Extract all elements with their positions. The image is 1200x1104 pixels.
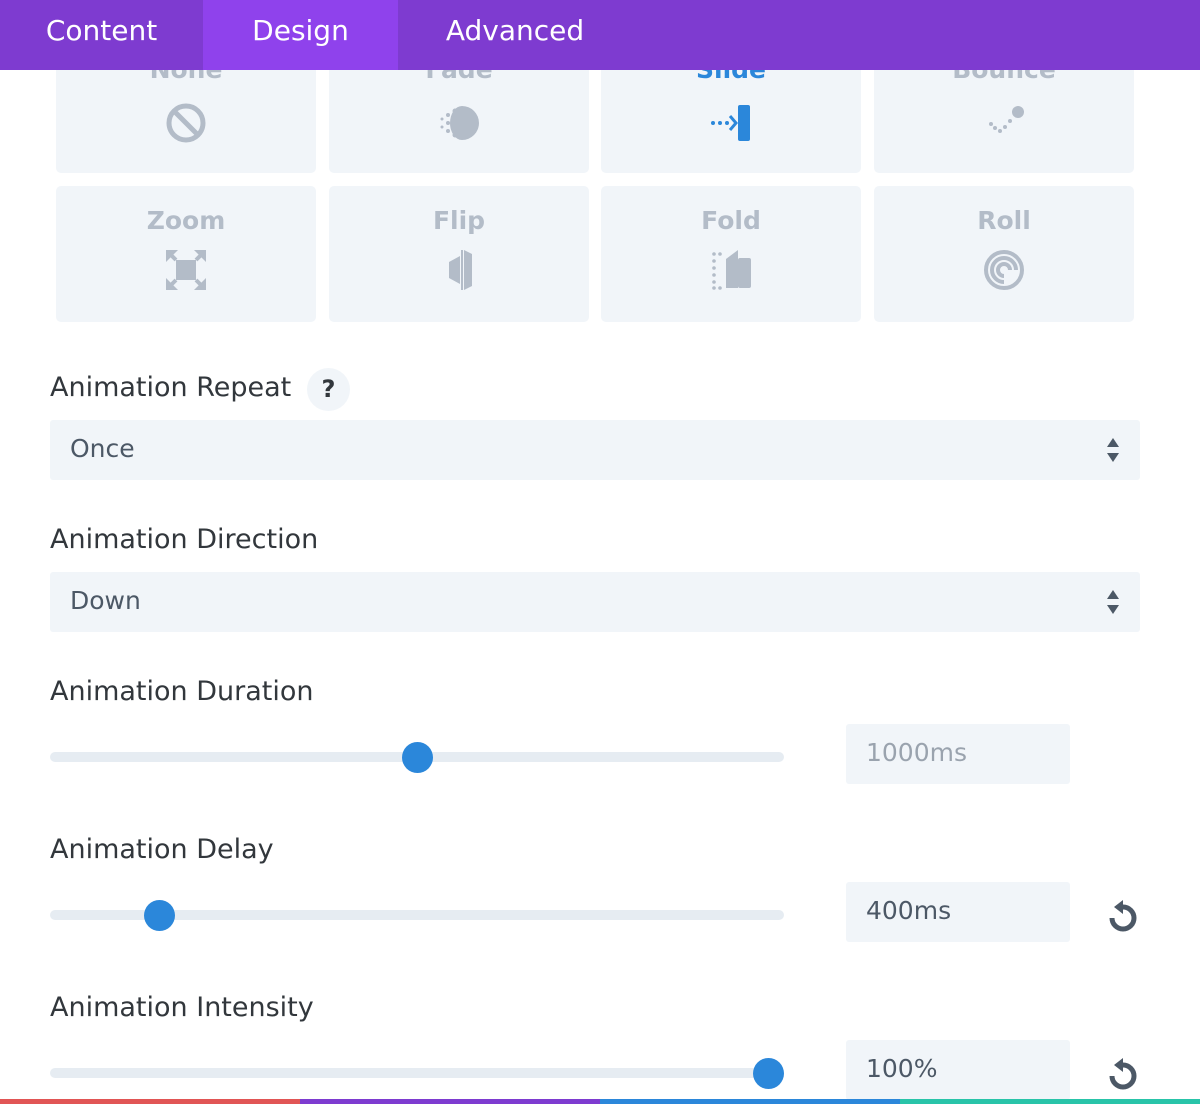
animation-style-zoom[interactable]: Zoom [56,186,316,322]
animation-duration-input[interactable]: 1000ms [846,724,1070,784]
animation-style-flip[interactable]: Flip [329,186,589,322]
tab-design[interactable]: Design [203,0,398,70]
animation-style-label: Roll [977,206,1031,235]
animation-intensity-label: Animation Intensity [50,992,314,1023]
strip-segment [0,1099,300,1104]
strip-segment [900,1099,1200,1104]
strip-segment [300,1099,600,1104]
slider-thumb[interactable] [752,1058,784,1089]
animation-repeat-select[interactable]: Once [50,420,1140,480]
animation-delay-input[interactable]: 400ms [846,882,1070,942]
tab-content[interactable]: Content [0,0,203,70]
animation-intensity-value: 100% [866,1054,938,1083]
animation-style-roll[interactable]: Roll [874,186,1134,322]
reset-icon[interactable] [1104,1057,1142,1095]
animation-delay-slider[interactable] [50,900,784,931]
slider-thumb[interactable] [402,742,433,773]
tab-advanced[interactable]: Advanced [398,0,632,70]
color-strip [0,1099,1200,1104]
animation-direction-select[interactable]: Down [50,572,1140,632]
flip-icon [449,250,472,290]
animation-style-label: Fold [701,206,761,235]
strip-segment [600,1099,900,1104]
animation-style-fold[interactable]: Fold [601,186,861,322]
animation-intensity-slider[interactable] [50,1058,784,1089]
reset-icon[interactable] [1104,899,1142,937]
animation-style-label: Flip [432,206,486,235]
animation-repeat-value: Once [70,434,135,463]
help-button[interactable]: ? [307,368,350,411]
zoom-icon [166,250,206,290]
animation-delay-value: 400ms [866,896,952,925]
roll-icon [984,250,1024,290]
animation-style-label: Zoom [146,206,226,235]
animation-intensity-input[interactable]: 100% [846,1040,1070,1100]
animation-direction-label: Animation Direction [50,524,319,555]
animation-repeat-label: Animation Repeat [50,372,292,403]
none-icon [166,103,206,143]
animation-duration-label: Animation Duration [50,676,314,707]
slider-thumb[interactable] [143,900,175,931]
animation-direction-value: Down [70,586,141,615]
bounce-icon [989,106,1024,133]
animation-delay-label: Animation Delay [50,834,274,865]
fade-icon [440,106,479,140]
fold-icon [712,250,751,290]
select-arrows-icon [1107,438,1119,462]
animation-duration-value: 1000ms [866,738,968,767]
select-arrows-icon [1107,590,1119,614]
animation-duration-slider[interactable] [50,742,784,773]
slide-icon [711,105,750,141]
tab-bar: Content Design Advanced [0,0,1200,70]
